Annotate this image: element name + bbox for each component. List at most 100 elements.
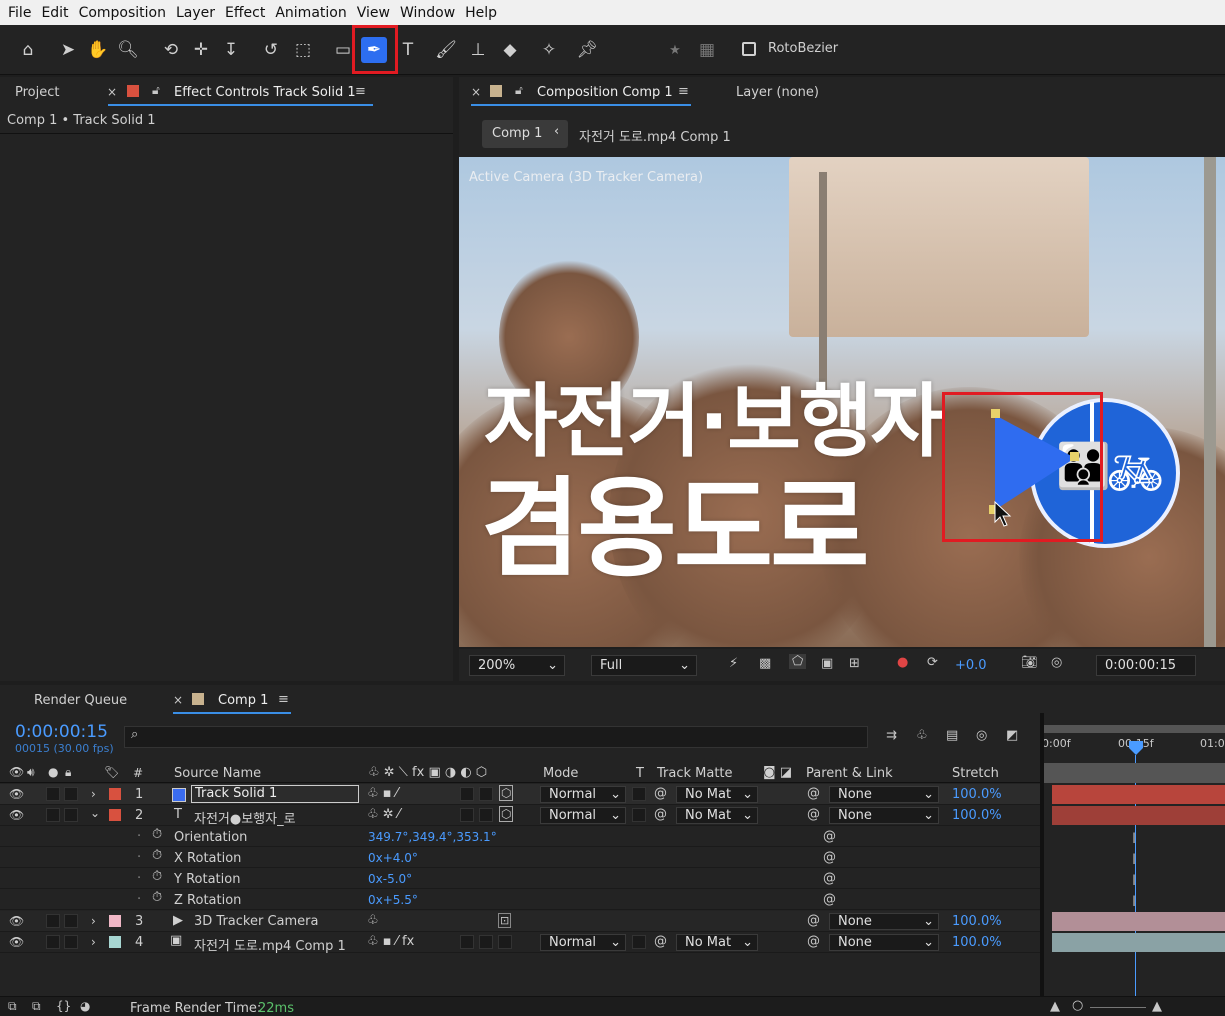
source-name-header[interactable]: Source Name xyxy=(174,766,261,781)
switch-box[interactable] xyxy=(479,808,493,822)
menu-animation[interactable]: Animation xyxy=(275,5,346,21)
zoom-dropdown[interactable]: 200% ⌄ xyxy=(469,655,565,676)
menu-window[interactable]: Window xyxy=(400,5,455,21)
preserve-transparency-box[interactable] xyxy=(632,787,646,801)
tab-comp1[interactable]: Comp 1 xyxy=(218,693,268,708)
pick-whip-icon[interactable]: @ xyxy=(807,934,820,949)
stretch-value[interactable]: 100.0% xyxy=(952,808,1002,823)
grid-guides-icon[interactable]: ⊞ xyxy=(849,656,860,671)
zoom-slider[interactable] xyxy=(1090,1007,1146,1008)
solo-switch[interactable] xyxy=(46,935,60,949)
layer-row-3[interactable]: 👁︎ › 3 ▶︎ 3D Tracker Camera ♧ ⊡ @ None ⌄ … xyxy=(0,911,1040,932)
track-matte-header[interactable]: Track Matte xyxy=(657,766,733,781)
layer-row-2[interactable]: 👁︎ ⌄ 2 T 자전거●보행자_로 ♧ ✲ ⁄ ⬡ Normal ⌄ @ No … xyxy=(0,805,1040,827)
in-out-icon[interactable]: {} xyxy=(56,999,71,1013)
label-color[interactable] xyxy=(109,936,121,948)
menu-view[interactable]: View xyxy=(357,5,390,21)
eye-icon[interactable]: 👁︎ xyxy=(9,914,24,928)
clone-stamp-tool-icon[interactable]: ⊥ xyxy=(465,37,491,63)
layer-bar-3[interactable] xyxy=(1052,912,1225,931)
property-value[interactable]: 0x+5.5° xyxy=(368,893,418,907)
shy-layers-icon[interactable]: ♧ xyxy=(916,728,928,743)
switch-box[interactable] xyxy=(460,808,474,822)
switch-box[interactable] xyxy=(498,935,512,949)
eye-icon[interactable]: 👁︎ xyxy=(9,808,24,822)
lock-switch[interactable] xyxy=(64,914,78,928)
parent-dropdown[interactable]: None ⌄ xyxy=(829,913,939,930)
comp-flowchart-icon[interactable]: ⇉ xyxy=(886,728,897,743)
sub-comp-crumb[interactable]: 자전거 도로.mp4 Comp 1 xyxy=(579,126,731,145)
keyframe-marker-icon[interactable]: I xyxy=(1132,831,1136,847)
stopwatch-icon[interactable]: ⏱︎ xyxy=(152,869,162,884)
menu-composition[interactable]: Composition xyxy=(79,5,166,21)
anchor-point-tool-icon[interactable]: ⬚ xyxy=(290,37,316,63)
track-matte-dropdown[interactable]: No Mat ⌄ xyxy=(676,807,758,824)
zoom-tool-icon[interactable]: 🔍︎ xyxy=(115,37,141,63)
label-color[interactable] xyxy=(109,915,121,927)
layer-bar-4[interactable] xyxy=(1052,933,1225,952)
current-time-field[interactable]: 0:00:00:15 xyxy=(1096,655,1196,676)
label-color[interactable] xyxy=(109,788,121,800)
tab-layer[interactable]: Layer (none) xyxy=(736,85,819,100)
3d-layer-icon[interactable]: ⬡ xyxy=(499,806,514,822)
switch-box[interactable] xyxy=(460,935,474,949)
timeline-timecode[interactable]: 0:00:00:15 xyxy=(15,722,108,742)
type-tool-icon[interactable]: T xyxy=(395,37,421,63)
spiral-icon[interactable]: @ xyxy=(654,934,667,949)
track-matte-dropdown[interactable]: No Mat ⌄ xyxy=(676,786,758,803)
track-matte-dropdown[interactable]: No Mat ⌄ xyxy=(676,934,758,951)
tab-composition[interactable]: Composition Comp 1 xyxy=(537,85,673,100)
close-icon[interactable]: × xyxy=(107,85,117,99)
exposure-value[interactable]: +0.0 xyxy=(955,658,987,673)
show-snapshot-icon[interactable]: ◎ xyxy=(1051,655,1062,670)
property-row[interactable]: · ⏱︎ Z Rotation 0x+5.5° @ xyxy=(0,889,1040,910)
stretch-value[interactable]: 100.0% xyxy=(952,914,1002,929)
menu-edit[interactable]: Edit xyxy=(41,5,68,21)
mode-dropdown[interactable]: Normal ⌄ xyxy=(540,807,626,824)
expression-pick-whip-icon[interactable]: @ xyxy=(823,871,836,886)
parent-dropdown[interactable]: None ⌄ xyxy=(829,807,939,824)
menu-file[interactable]: File xyxy=(8,5,31,21)
chevron-right-icon[interactable]: › xyxy=(91,914,96,928)
transfer-controls-icon[interactable]: ⧉ xyxy=(32,999,41,1014)
solo-switch[interactable] xyxy=(46,914,60,928)
layer-name[interactable]: 자전거●보행자_로 xyxy=(194,808,296,827)
selection-tool-icon[interactable]: ➤ xyxy=(55,37,81,63)
menu-help[interactable]: Help xyxy=(465,5,497,21)
chevron-right-icon[interactable]: › xyxy=(91,787,96,801)
stretch-value[interactable]: 100.0% xyxy=(952,935,1002,950)
zoom-in-icon[interactable]: ▲ xyxy=(1152,999,1162,1014)
keyframe-marker-icon[interactable]: I xyxy=(1132,894,1136,910)
mask-visibility-icon[interactable]: ⬠ xyxy=(789,654,807,669)
pick-whip-icon[interactable]: @ xyxy=(807,786,820,801)
chevron-right-icon[interactable]: › xyxy=(91,935,96,949)
switch-icons[interactable]: ♧ ▪ ⁄ fx xyxy=(367,934,414,949)
layer-name-field[interactable]: Track Solid 1 xyxy=(191,785,359,803)
stopwatch-icon[interactable]: ⏱︎ xyxy=(152,890,162,905)
switch-box[interactable] xyxy=(479,787,493,801)
spiral-icon[interactable]: @ xyxy=(654,807,667,822)
panel-menu-icon[interactable]: ≡ xyxy=(355,84,366,99)
expression-pick-whip-icon[interactable]: @ xyxy=(823,850,836,865)
switch-icons[interactable]: ♧ ▪ ⁄ xyxy=(367,786,398,801)
home-icon[interactable]: ⌂ xyxy=(15,37,41,63)
mode-dropdown[interactable]: Normal ⌄ xyxy=(540,786,626,803)
tab-project[interactable]: Project xyxy=(15,85,59,100)
layer-bar-1[interactable] xyxy=(1052,785,1225,804)
parent-header[interactable]: Parent & Link xyxy=(806,766,893,781)
roto-brush-tool-icon[interactable]: ✧ xyxy=(536,37,562,63)
property-row[interactable]: · ⏱︎ Orientation 349.7°,349.4°,353.1° @ xyxy=(0,826,1040,847)
expression-pick-whip-icon[interactable]: @ xyxy=(823,829,836,844)
channel-icon[interactable]: ● xyxy=(897,655,908,670)
switch-icons[interactable]: ♧ ✲ ⁄ xyxy=(367,807,400,822)
lock-switch[interactable] xyxy=(64,787,78,801)
timeline-search-input[interactable]: ⌕ xyxy=(124,726,868,748)
work-area-bar[interactable] xyxy=(1044,725,1225,733)
mode-dropdown[interactable]: Normal ⌄ xyxy=(540,934,626,951)
property-row[interactable]: · ⏱︎ X Rotation 0x+4.0° @ xyxy=(0,847,1040,868)
menu-layer[interactable]: Layer xyxy=(176,5,215,21)
lock-switch[interactable] xyxy=(64,808,78,822)
frame-blending-icon[interactable]: ▤ xyxy=(946,728,958,743)
panel-menu-icon[interactable]: ≡ xyxy=(278,692,289,707)
property-value[interactable]: 349.7°,349.4°,353.1° xyxy=(368,830,497,844)
